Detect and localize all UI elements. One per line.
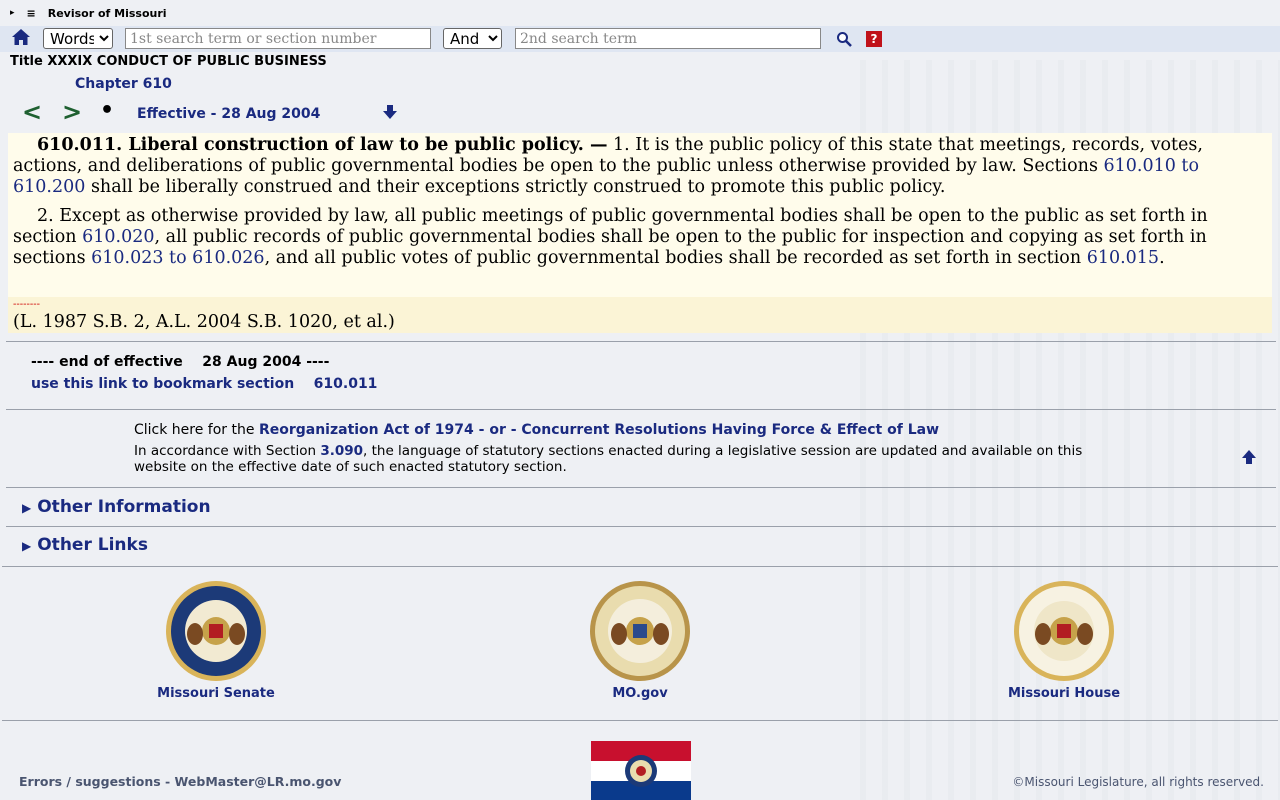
state-seal-icon[interactable] <box>589 580 691 682</box>
search-icon[interactable] <box>836 31 852 47</box>
help-icon[interactable]: ? <box>866 31 882 47</box>
statute-text: 610.011. Liberal construction of law to … <box>8 133 1272 297</box>
house-seal-block[interactable]: Missouri House <box>964 580 1164 701</box>
statute-paragraph-2: 2. Except as otherwise provided by law, … <box>13 206 1268 269</box>
expand-icon[interactable]: ▸ <box>10 8 15 18</box>
reorganization-act-link[interactable]: Reorganization Act of 1974 - or - Concur… <box>259 422 939 438</box>
disclosure-triangle-icon: ▶ <box>22 539 32 553</box>
bookmark-link[interactable]: use this link to bookmark section 610.01… <box>31 376 377 392</box>
section-heading: 610.011. Liberal construction of law to … <box>37 135 608 155</box>
section-610-015-link[interactable]: 610.015 <box>1087 248 1159 268</box>
home-icon[interactable] <box>11 27 31 47</box>
senate-seal-block[interactable]: Missouri Senate <box>116 580 316 701</box>
statute-paragraph-1: 610.011. Liberal construction of law to … <box>13 135 1268 198</box>
other-links-label: Other Links <box>37 535 148 555</box>
webmaster-contact-link[interactable]: Errors / suggestions - WebMaster@LR.mo.g… <box>19 774 341 789</box>
disclosure-triangle-icon: ▶ <box>22 501 32 515</box>
next-section-button[interactable]: > <box>62 98 82 126</box>
mo-gov-link[interactable]: MO.gov <box>540 686 740 701</box>
current-section-dot[interactable]: • <box>100 98 114 123</box>
second-search-term-input[interactable] <box>515 28 821 49</box>
divider <box>6 341 1276 342</box>
other-information-label: Other Information <box>37 497 211 517</box>
divider <box>2 720 1278 721</box>
divider <box>6 487 1276 488</box>
reorganization-note: Click here for the Reorganization Act of… <box>134 422 939 438</box>
up-arrow-icon[interactable] <box>1241 449 1257 465</box>
p1-text-b: shall be liberally construed and their e… <box>85 177 946 197</box>
other-links-toggle[interactable]: ▶ Other Links <box>22 535 148 555</box>
accordance-note: In accordance with Section 3.090, the la… <box>134 443 1134 475</box>
menu-icon[interactable]: ≡ <box>27 7 36 20</box>
first-search-term-input[interactable] <box>125 28 431 49</box>
top-bar: ▸ ≡ Revisor of Missouri <box>0 0 1280 26</box>
down-arrow-icon[interactable] <box>382 104 398 120</box>
history-divider: -------- <box>13 299 41 310</box>
reorg-prefix: Click here for the <box>134 422 259 438</box>
senate-seal-icon[interactable] <box>165 580 267 682</box>
section-3-090-link[interactable]: 3.090 <box>320 443 363 459</box>
missouri-senate-link[interactable]: Missouri Senate <box>116 686 316 701</box>
search-bar: Words And ? <box>0 26 1280 52</box>
missouri-house-link[interactable]: Missouri House <box>964 686 1164 701</box>
title-heading: Title XXXIX CONDUCT OF PUBLIC BUSINESS <box>10 54 327 69</box>
other-information-toggle[interactable]: ▶ Other Information <box>22 497 211 517</box>
divider <box>6 526 1276 527</box>
previous-section-button[interactable]: < <box>22 98 42 126</box>
mogov-seal-block[interactable]: MO.gov <box>540 580 740 701</box>
house-seal-icon[interactable] <box>1013 580 1115 682</box>
effective-date[interactable]: Effective - 28 Aug 2004 <box>137 106 320 122</box>
p2-text-d: . <box>1159 248 1165 268</box>
site-title[interactable]: Revisor of Missouri <box>48 7 167 20</box>
search-mode-select[interactable]: Words <box>43 28 113 49</box>
missouri-flag-icon <box>591 741 691 800</box>
end-of-effective: ---- end of effective 28 Aug 2004 ---- <box>31 354 330 370</box>
section-610-020-link[interactable]: 610.020 <box>82 227 154 247</box>
search-operator-select[interactable]: And <box>443 28 502 49</box>
accord-text-a: In accordance with Section <box>134 443 321 459</box>
chapter-link[interactable]: Chapter 610 <box>75 76 172 92</box>
divider <box>2 566 1278 567</box>
p2-text-c: , and all public votes of public governm… <box>264 248 1087 268</box>
copyright-notice: ©Missouri Legislature, all rights reserv… <box>1012 775 1264 789</box>
history-text: (L. 1987 S.B. 2, A.L. 2004 S.B. 1020, et… <box>13 312 395 332</box>
divider <box>6 409 1276 410</box>
history-box: -------- (L. 1987 S.B. 2, A.L. 2004 S.B.… <box>8 297 1272 333</box>
sections-610-023-026-link[interactable]: 610.023 to 610.026 <box>91 248 264 268</box>
